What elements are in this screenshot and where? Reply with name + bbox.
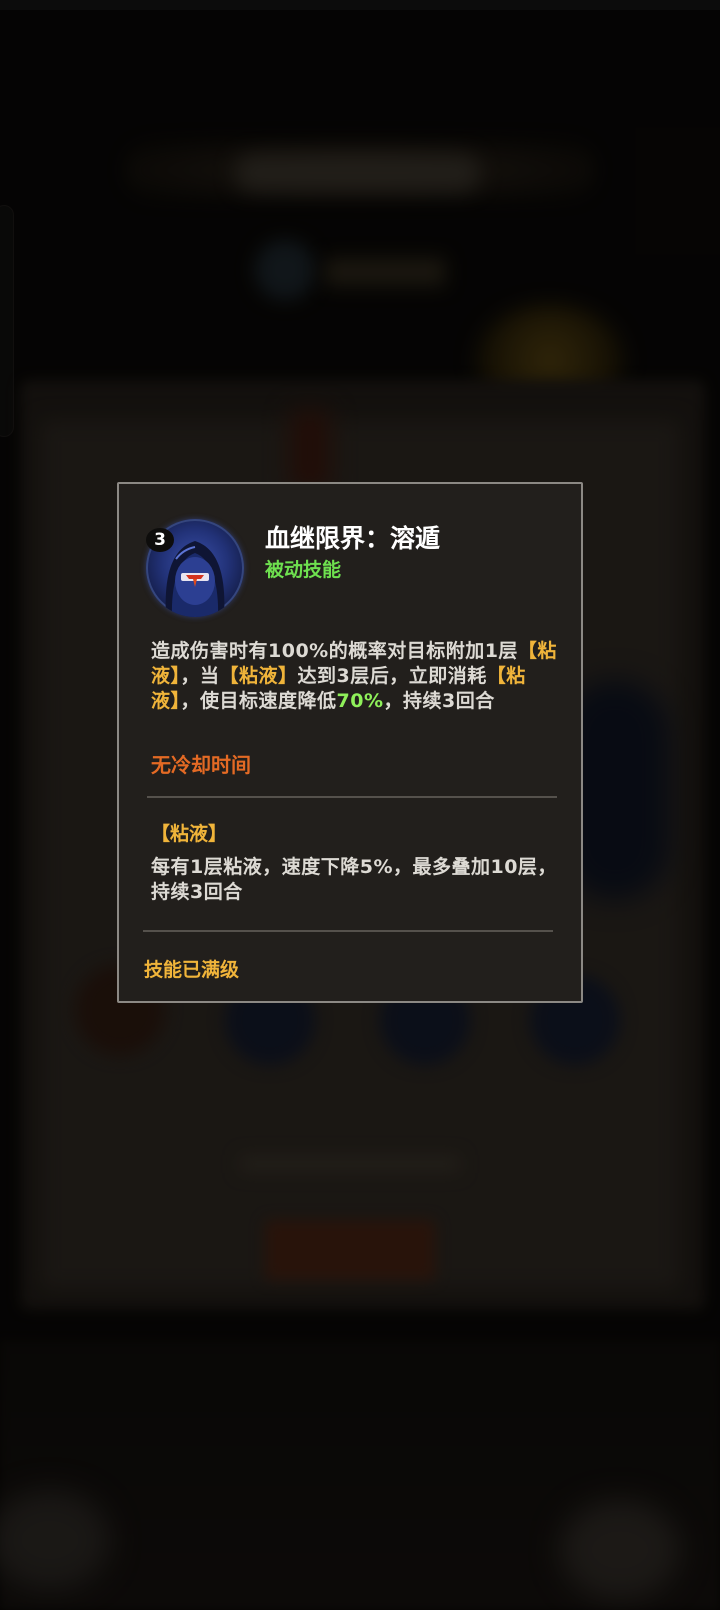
description-text: ，当 — [180, 665, 220, 687]
description-text: 造成伤害时有100%的概率对目标附加1层 — [151, 640, 518, 662]
skill-max-level-status: 技能已满级 — [144, 959, 240, 981]
cooldown-label: 无冷却时间 — [151, 753, 251, 777]
keyword-slime: 【粘液】 — [219, 665, 298, 687]
skill-description: 造成伤害时有100%的概率对目标附加1层【粘液】，当【粘液】达到3层后，立即消耗… — [151, 639, 561, 714]
divider — [147, 796, 557, 798]
skill-type: 被动技能 — [265, 559, 342, 581]
divider — [143, 930, 553, 932]
skill-tooltip: 3 血继限界：溶遁 被动技能 造成伤害时有100%的概率对目标附加1层【粘液】，… — [117, 482, 583, 1003]
speed-reduction-value: 70% — [336, 690, 384, 712]
skill-level-badge: 3 — [146, 528, 174, 552]
description-text: 达到3层后，立即消耗 — [297, 665, 487, 687]
effect-name: 【粘液】 — [151, 823, 228, 845]
description-text: ，使目标速度降低 — [180, 690, 337, 712]
description-text: ，持续3回合 — [383, 690, 495, 712]
effect-description: 每有1层粘液，速度下降5%，最多叠加10层，持续3回合 — [151, 856, 557, 903]
skill-name: 血继限界：溶遁 — [265, 524, 441, 553]
